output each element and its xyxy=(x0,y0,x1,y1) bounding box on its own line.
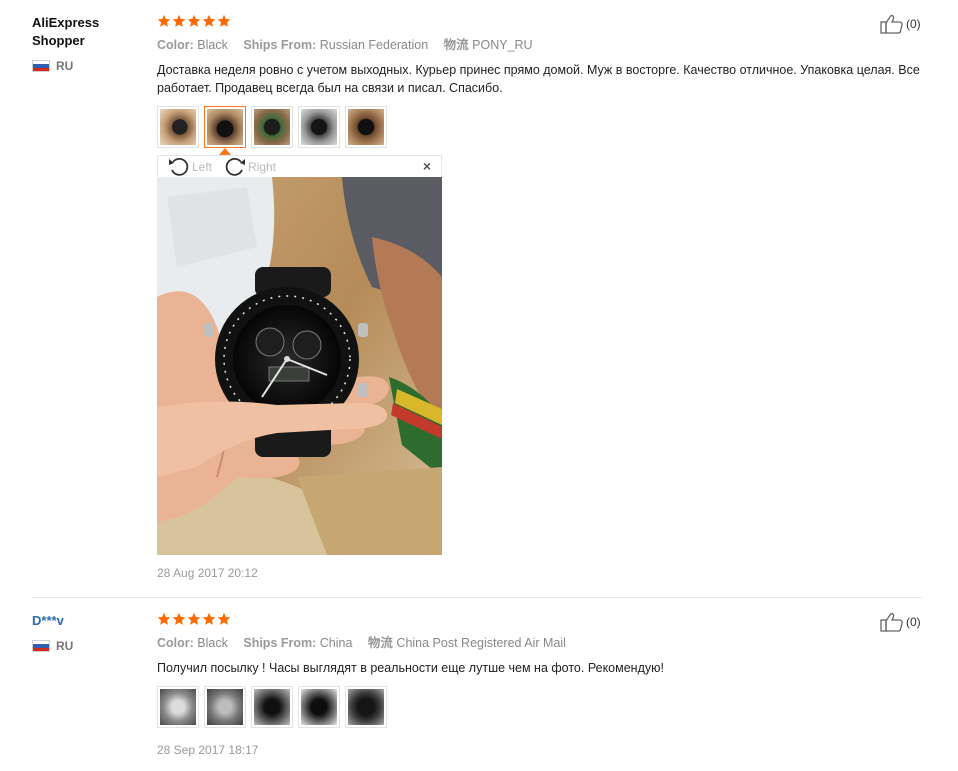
rating-stars xyxy=(157,612,231,626)
review-photo-thumbnail[interactable] xyxy=(157,106,199,148)
review-divider xyxy=(32,597,922,598)
country-code: RU xyxy=(56,59,74,73)
rotate-left-button[interactable]: Left xyxy=(168,157,212,177)
color-label: Color: xyxy=(157,636,194,650)
rotate-right-button[interactable]: Right xyxy=(224,157,276,177)
rotate-left-icon xyxy=(169,157,189,176)
logistics-label: 物流 xyxy=(367,636,393,650)
star-icon xyxy=(202,14,216,27)
russia-flag-icon xyxy=(32,60,50,72)
logistics-label: 物流 xyxy=(443,38,469,52)
rotate-right-icon xyxy=(225,157,245,176)
ships-from-value: Russian Federation xyxy=(319,38,429,52)
reviewer-name[interactable]: D***v xyxy=(32,612,122,630)
review-text: Доставка неделя ровно с учетом выходных.… xyxy=(157,63,920,95)
star-icon xyxy=(187,14,201,27)
helpful-button[interactable]: (0) xyxy=(880,612,921,632)
reviewer-country: RU xyxy=(32,639,73,653)
reviewer-name: AliExpress Shopper xyxy=(32,15,100,48)
star-icon xyxy=(217,14,231,27)
ships-from-label: Ships From: xyxy=(243,38,317,52)
review-text: Получил посылку ! Часы выглядят в реальн… xyxy=(157,661,664,675)
order-info: Color: Black Ships From: Russian Federat… xyxy=(157,37,545,53)
color-label: Color: xyxy=(157,38,194,52)
review-photos xyxy=(157,686,387,728)
review-photo-thumbnail[interactable] xyxy=(251,686,293,728)
review-photo-thumbnail[interactable] xyxy=(204,686,246,728)
helpful-count: (0) xyxy=(906,615,921,629)
watch-on-hand-photo xyxy=(157,177,442,555)
review-photo-thumbnail[interactable] xyxy=(298,106,340,148)
rotate-left-label: Left xyxy=(192,160,213,174)
review-date: 28 Sep 2017 18:17 xyxy=(157,743,259,757)
ships-from-value: China xyxy=(319,636,353,650)
star-icon xyxy=(157,14,171,27)
review-photo-thumbnail[interactable] xyxy=(157,686,199,728)
ships-from-label: Ships From: xyxy=(243,636,317,650)
star-icon xyxy=(202,612,216,625)
review-photo-thumbnail[interactable] xyxy=(298,686,340,728)
photo-viewer-toolbar: Left Right × xyxy=(157,155,442,177)
active-thumb-pointer xyxy=(219,148,231,155)
helpful-count: (0) xyxy=(906,17,921,31)
rotate-right-label: Right xyxy=(248,160,277,174)
order-info: Color: Black Ships From: China 物流 China … xyxy=(157,635,578,651)
star-icon xyxy=(172,612,186,625)
thumbs-up-icon xyxy=(880,612,903,632)
logistics-value: PONY_RU xyxy=(472,38,533,52)
helpful-button[interactable]: (0) xyxy=(880,14,921,34)
star-icon xyxy=(157,612,171,625)
close-viewer-button[interactable]: × xyxy=(423,158,431,174)
rating-stars xyxy=(157,14,231,28)
star-icon xyxy=(172,14,186,27)
review-photos xyxy=(157,106,387,148)
reviewer-country: RU xyxy=(32,59,73,73)
color-value: Black xyxy=(197,38,228,52)
review-photo-thumbnail[interactable] xyxy=(345,686,387,728)
review-photo-thumbnail[interactable] xyxy=(345,106,387,148)
review-photo-thumbnail-active[interactable] xyxy=(204,106,246,148)
thumbs-up-icon xyxy=(880,14,903,34)
star-icon xyxy=(187,612,201,625)
enlarged-review-photo xyxy=(157,177,442,555)
country-code: RU xyxy=(56,639,74,653)
color-value: Black xyxy=(197,636,228,650)
logistics-value: China Post Registered Air Mail xyxy=(396,636,566,650)
review-photo-thumbnail[interactable] xyxy=(251,106,293,148)
russia-flag-icon xyxy=(32,640,50,652)
star-icon xyxy=(217,612,231,625)
review-date: 28 Aug 2017 20:12 xyxy=(157,566,258,580)
